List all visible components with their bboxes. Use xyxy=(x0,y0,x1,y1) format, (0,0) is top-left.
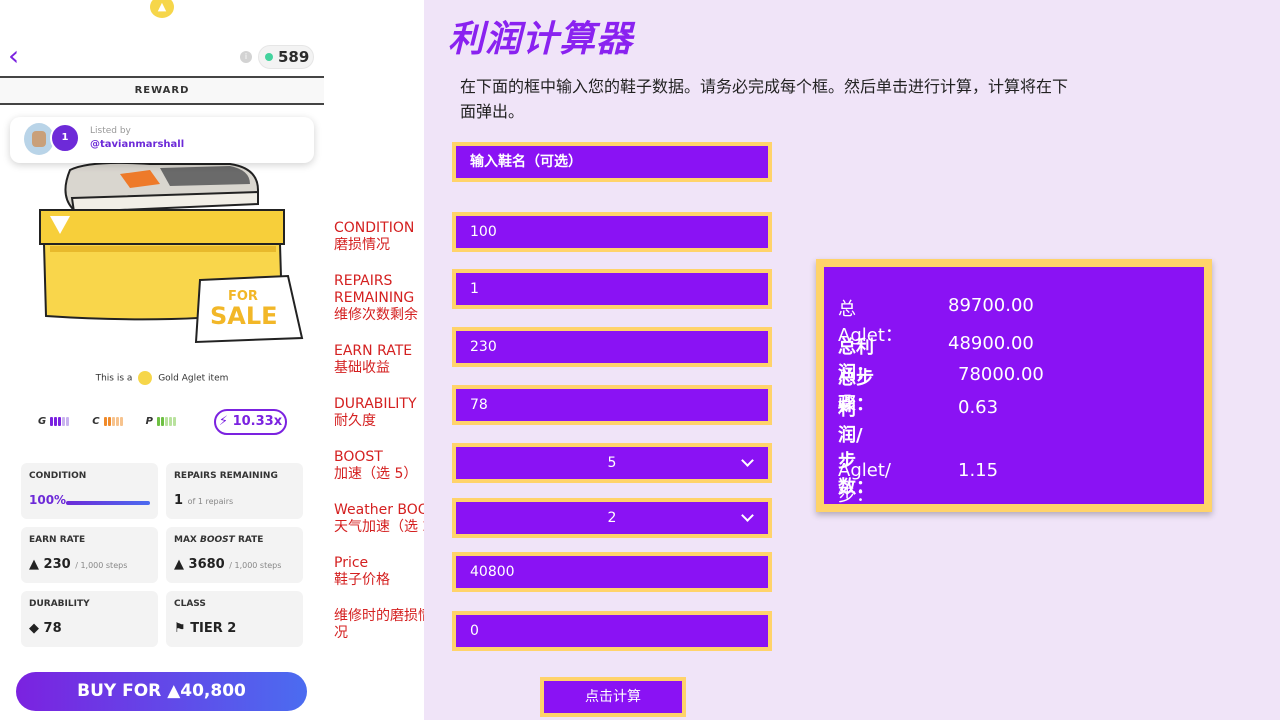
info-icon[interactable]: i xyxy=(240,51,252,63)
page-title: 利润计算器 xyxy=(448,19,634,60)
multiplier-pill[interactable]: ⚡ 10.33x xyxy=(214,409,287,435)
item-rarity-line: This is a Gold Aglet item xyxy=(0,371,324,385)
listed-by-card[interactable]: 1 Listed by @tavianmarshall xyxy=(10,117,314,163)
earn-rate-card: EARN RATE ▲ 230 / 1,000 steps xyxy=(21,527,158,583)
phone-panel: ▲ ‹ i 589 REWARD FOR SALE 1 Listed by @t… xyxy=(0,0,324,720)
balance-value: 589 xyxy=(278,48,310,66)
earn-rate-value: ▲ 230 / 1,000 steps xyxy=(29,557,128,572)
gcp-p: P xyxy=(146,416,177,427)
weather-boost-select[interactable]: 2 xyxy=(452,498,772,538)
sneaker-image xyxy=(64,161,259,214)
durability-value: ◆ 78 xyxy=(29,621,62,636)
repairs-input[interactable]: 1 xyxy=(452,269,772,309)
coin-icon: ▲ xyxy=(150,0,174,18)
label-durability: DURABILITY 耐久度 xyxy=(334,396,417,429)
boost-rate-card: MAX BOOST RATE ▲ 3680 / 1,000 steps xyxy=(166,527,303,583)
listed-by-label: Listed by xyxy=(90,126,131,136)
boost-select[interactable]: 5 xyxy=(452,443,772,483)
condition-value: 100% xyxy=(29,493,67,507)
screen: ▲ ‹ i 589 REWARD FOR SALE 1 Listed by @t… xyxy=(0,0,1280,720)
for-sale-sign: FOR SALE xyxy=(194,274,304,344)
chevron-down-icon xyxy=(741,454,754,467)
aglet-icon: ▲ xyxy=(167,681,181,701)
class-value: ⚑ TIER 2 xyxy=(174,621,237,636)
ribbon-icon: ⚑ xyxy=(174,621,186,636)
repair-condition-input[interactable]: 0 xyxy=(452,611,772,651)
calculate-button[interactable]: 点击计算 xyxy=(540,677,686,717)
label-repair-condition: 维修时的磨损情况 xyxy=(334,608,432,641)
item-prefix: This is a xyxy=(95,373,133,384)
earn-rate-input[interactable]: 230 xyxy=(452,327,772,367)
results-box: 总 Aglet： 89700.00 总利润： 48900.00 总步骤： 780… xyxy=(816,259,1212,512)
gold-aglet-icon xyxy=(138,371,153,385)
instructions: 在下面的框中输入您的鞋子数据。请务必完成每个框。然后单击进行计算，计算将在下面弹… xyxy=(460,77,1069,121)
aglet-icon: ▲ xyxy=(174,557,184,572)
buy-button[interactable]: BUY FOR ▲40,800 xyxy=(16,672,307,711)
label-price: Price 鞋子价格 xyxy=(334,555,390,588)
price-input[interactable]: 40800 xyxy=(452,552,772,592)
durability-input[interactable]: 78 xyxy=(452,385,772,425)
balance-pill[interactable]: 589 xyxy=(258,45,314,69)
currency-dot-icon xyxy=(265,53,273,61)
level-badge: 1 xyxy=(50,123,80,153)
gcp-g: G xyxy=(38,416,70,427)
durability-card: DURABILITY ◆ 78 xyxy=(21,591,158,647)
repairs-value: 1 of 1 repairs xyxy=(174,493,234,508)
chevron-down-icon xyxy=(741,509,754,522)
sale-sign-bottom: SALE xyxy=(210,302,278,330)
gcp-row: G C P xyxy=(38,416,199,427)
condition-progress-bar xyxy=(66,501,150,505)
aglet-icon: ▲ xyxy=(29,557,39,572)
condition-card: CONDITION 100% xyxy=(21,463,158,519)
back-button[interactable]: ‹ xyxy=(8,42,34,72)
calculator-panel: 利润计算器 在下面的框中输入您的鞋子数据。请务必完成每个框。然后单击进行计算，计… xyxy=(424,0,1280,720)
repairs-card: REPAIRS REMAINING 1 of 1 repairs xyxy=(166,463,303,519)
shoe-box-illustration: FOR SALE xyxy=(39,161,304,344)
item-suffix: Gold Aglet item xyxy=(158,373,229,384)
gcp-c: C xyxy=(92,416,123,427)
bolt-icon: ⚡ xyxy=(218,414,229,429)
boost-rate-value: ▲ 3680 / 1,000 steps xyxy=(174,557,282,572)
shoe-name-input[interactable]: 输入鞋名（可选） xyxy=(452,142,772,182)
label-earn-rate: EARN RATE 基础收益 xyxy=(334,343,413,376)
condition-input[interactable]: 100 xyxy=(452,212,772,252)
divider xyxy=(0,103,324,105)
label-repairs: REPAIRS REMAINING 维修次数剩余 xyxy=(334,273,418,323)
label-boost: BOOST 加速（选 5） xyxy=(334,449,418,482)
class-card: CLASS ⚑ TIER 2 xyxy=(166,591,303,647)
label-condition: CONDITION 磨损情况 xyxy=(334,220,415,253)
shield-icon: ◆ xyxy=(29,621,39,636)
reward-strip: REWARD xyxy=(0,78,324,103)
listed-by-username[interactable]: @tavianmarshall xyxy=(90,139,184,150)
